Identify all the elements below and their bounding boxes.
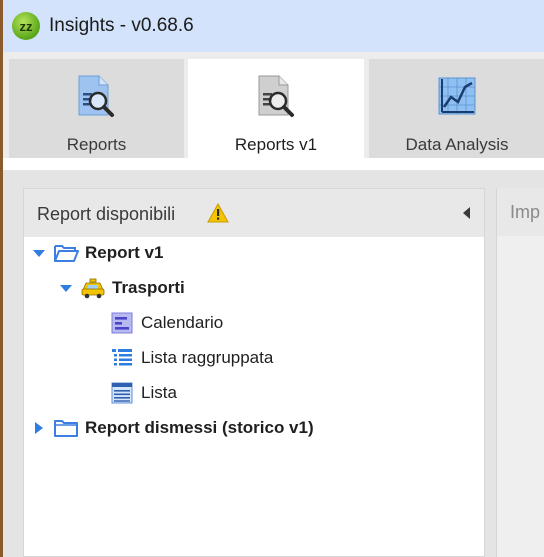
chevron-right-icon[interactable] [31,420,47,436]
tree-leaf-calendario[interactable]: Calendario [111,308,223,338]
tab-bar: Reports Reports v1 Data Analysis [3,52,544,158]
report-search-icon [258,75,294,117]
tree-leaf-lista-raggruppata[interactable]: Lista raggruppata [111,343,273,373]
calendar-icon [111,312,133,334]
tab-reports-v1-label: Reports v1 [234,135,318,154]
detail-panel-title: Imp [510,202,541,222]
panel-header: Report disponibili [24,189,484,237]
tab-content-strip [3,158,544,170]
grouped-list-icon [112,349,132,366]
tree-node-label: Trasporti [112,278,185,297]
tab-data-analysis-label: Data Analysis [405,135,509,154]
collapse-left-icon[interactable] [461,206,471,220]
tab-reports-v1[interactable]: Reports v1 [188,59,364,158]
tab-reports-label: Reports [66,135,127,154]
taxi-icon [81,278,105,299]
tree-leaf-label: Calendario [141,313,224,332]
panel-title: Report disponibili [37,204,176,224]
window-title: Insights - v0.68.6 [49,15,194,36]
tree-node-label: Report v1 [85,243,164,262]
tree-node-report-dismessi[interactable]: Report dismessi (storico v1) [31,413,314,443]
chart-icon [438,77,476,115]
app-window: zz Insights - v0.68.6 Reports Reports v1… [0,0,544,557]
tab-data-analysis[interactable]: Data Analysis [369,59,544,158]
reports-panel: Report disponibili Report v1 Trasporti C… [23,188,485,557]
folder-icon [54,420,78,437]
folder-open-icon [54,245,79,262]
warning-icon[interactable] [207,203,229,223]
tree-node-label: Report dismessi (storico v1) [85,418,314,437]
chevron-down-icon[interactable] [58,280,74,296]
list-icon [111,382,133,404]
title-bar: zz Insights - v0.68.6 [3,0,544,52]
detail-panel-header: Imp [497,188,544,236]
tree-node-report-v1[interactable]: Report v1 [31,238,163,268]
tree-leaf-label: Lista raggruppata [141,348,274,367]
app-logo: zz [12,12,40,40]
tab-reports[interactable]: Reports [9,59,184,158]
tree-node-trasporti[interactable]: Trasporti [58,273,185,303]
detail-panel: Imp [496,188,544,557]
tree-leaf-label: Lista [141,383,177,402]
chevron-down-icon[interactable] [31,245,47,261]
report-search-icon [78,75,114,117]
tree-leaf-lista[interactable]: Lista [111,378,177,408]
